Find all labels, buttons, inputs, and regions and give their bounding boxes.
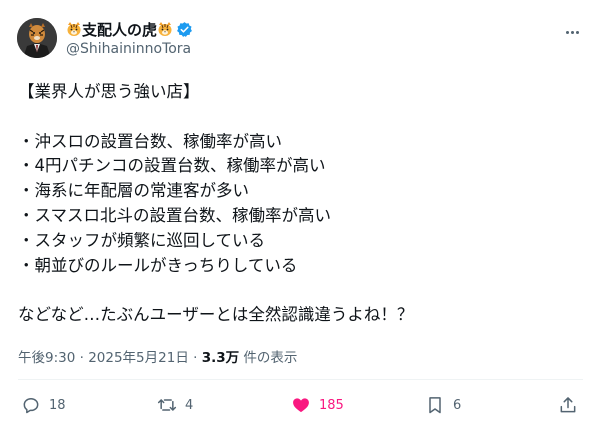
reply-count: 18	[49, 397, 66, 413]
post-text: 【業界人が思う強い店】 ・沖スロの設置台数、稼働率が高い ・4円パチンコの設置台…	[18, 80, 578, 328]
post-line: ・スマスロ北斗の設置台数、稼働率が高い	[18, 205, 332, 225]
reply-button[interactable]: 18	[21, 393, 66, 417]
heart-icon	[293, 398, 309, 413]
more-options-icon[interactable]	[561, 24, 583, 40]
tiger-face-icon	[157, 21, 173, 37]
post-line: ・スタッフが頻繁に巡回している	[18, 230, 266, 250]
display-name: 支配人の虎	[82, 20, 158, 39]
post-meta: 午後9:30 · 2025年5月21日 · 3.3万 件の表示	[18, 346, 297, 366]
repost-icon	[157, 399, 177, 411]
share-icon	[560, 397, 576, 413]
views-label: 件の表示	[239, 350, 298, 366]
post-line: ・海系に年配層の常連客が多い	[18, 181, 249, 201]
tiger-face-icon	[66, 21, 82, 37]
post-line: ・沖スロの設置台数、稼働率が高い	[18, 131, 282, 151]
post-line: などなど…たぶんユーザーとは全然認識違うよね！？	[18, 305, 414, 325]
like-button[interactable]: 185	[291, 393, 344, 417]
post-line: ・朝並びのルールがきっちりしている	[18, 255, 298, 275]
handle[interactable]: @ShihaininnoTora	[66, 41, 193, 57]
divider	[18, 379, 583, 380]
meta-separator: ·	[188, 350, 202, 366]
avatar[interactable]	[17, 18, 57, 58]
verified-badge-icon[interactable]	[176, 21, 193, 38]
post-time[interactable]: 午後9:30	[18, 350, 75, 366]
post-line	[18, 278, 578, 303]
repost-button[interactable]: 4	[157, 393, 193, 417]
post-line: ・4円パチンコの設置台数、稼働率が高い	[18, 156, 326, 176]
reply-icon	[23, 398, 39, 414]
bookmark-button[interactable]: 6	[425, 393, 461, 417]
display-name-row[interactable]: 支配人の虎	[66, 19, 193, 39]
action-bar: 18 4 185 6	[0, 393, 601, 417]
meta-separator: ·	[75, 350, 89, 366]
post-line	[18, 105, 578, 130]
repost-count: 4	[185, 397, 194, 413]
bookmark-count: 6	[453, 397, 462, 413]
share-button[interactable]	[558, 393, 578, 417]
tiger-man-avatar-icon	[17, 18, 57, 58]
post-line: 【業界人が思う強い店】	[18, 82, 200, 101]
author-header: 支配人の虎 @ShihaininnoTora	[66, 19, 193, 57]
view-count[interactable]: 3.3万	[202, 350, 239, 366]
post-date[interactable]: 2025年5月21日	[88, 350, 189, 366]
bookmark-icon	[429, 397, 441, 414]
like-count: 185	[319, 397, 344, 413]
